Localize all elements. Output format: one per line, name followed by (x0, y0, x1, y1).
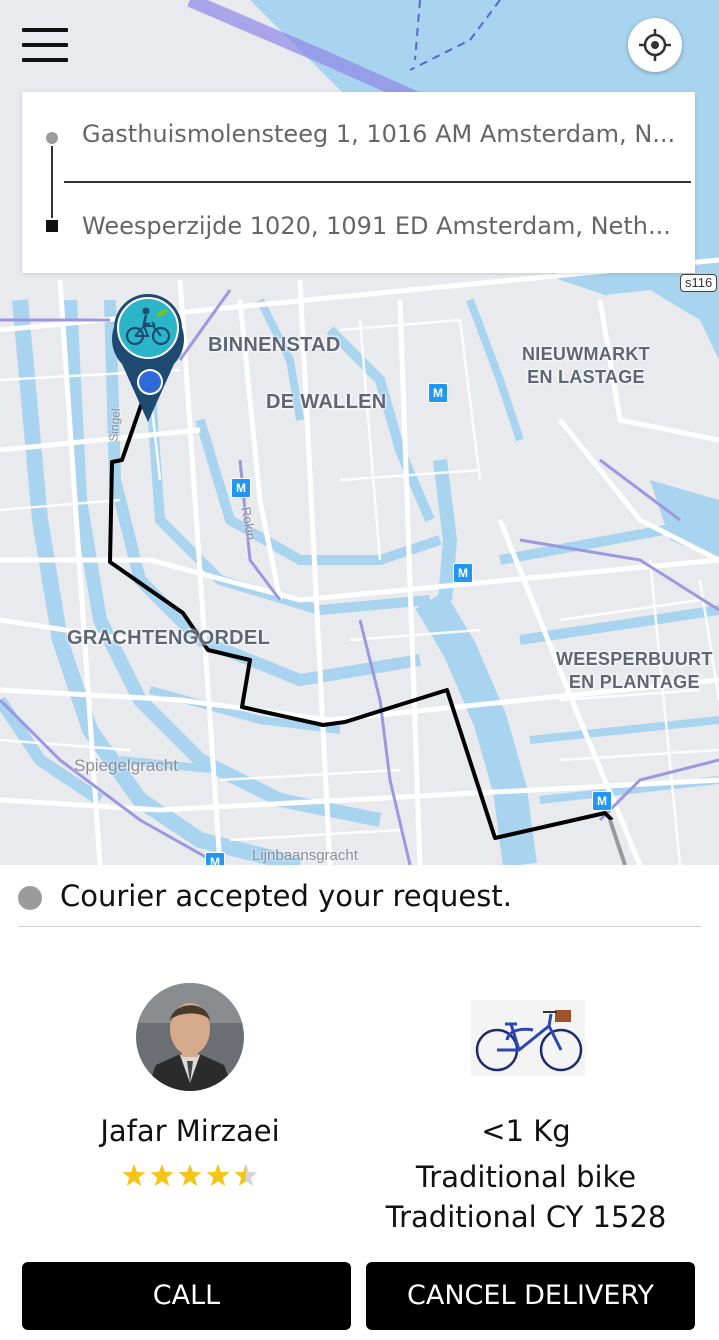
metro-station-icon: M (205, 852, 225, 865)
map-label-weesperbuurt: WEESPERBUURT EN PLANTAGE (556, 648, 713, 694)
address-card: Gasthuismolensteeg 1, 1016 AM Amsterdam,… (22, 92, 695, 273)
bicycle-icon (471, 1000, 585, 1076)
map-label-nieuwmarkt-line2: EN LASTAGE (527, 367, 645, 387)
vehicle-type: Traditional bike (415, 1160, 637, 1194)
road-shield-s116: s116 (680, 274, 718, 292)
package-weight: <1 Kg (481, 1114, 571, 1148)
metro-station-icon: M (592, 791, 612, 811)
courier-photo (136, 983, 244, 1091)
address-divider (64, 181, 691, 183)
metro-station-icon: M (231, 478, 251, 498)
status-divider (18, 926, 701, 927)
map-label-de-wallen: DE WALLEN (266, 391, 387, 413)
status-row: Courier accepted your request. (0, 865, 719, 927)
map-label-weesperbuurt-line2: EN PLANTAGE (568, 672, 700, 692)
dropoff-address-field[interactable]: Weesperzijde 1020, 1091 ED Amsterdam, Ne… (82, 212, 682, 240)
map-label-binnenstad: BINNENSTAD (208, 334, 341, 356)
status-text: Courier accepted your request. (60, 879, 512, 913)
courier-name: Jafar Mirzaei (100, 1114, 280, 1148)
metro-station-icon: M (428, 383, 448, 403)
map-label-nieuwmarkt: NIEUWMARKT EN LASTAGE (522, 343, 650, 389)
courier-rating-stars (120, 1160, 260, 1190)
hamburger-menu-icon (22, 26, 68, 66)
route-connector-line (51, 146, 53, 218)
metro-station-icon: M (453, 563, 473, 583)
cancel-delivery-button[interactable]: CANCEL DELIVERY (366, 1262, 695, 1330)
pickup-dot-icon (46, 132, 58, 144)
call-button[interactable]: CALL (22, 1262, 351, 1330)
dropoff-square-icon (46, 220, 58, 232)
my-location-button[interactable] (628, 18, 682, 72)
my-location-icon (639, 29, 671, 61)
star-rating-icon (122, 1164, 258, 1186)
street-label-spiegelgracht: Spiegelgracht (74, 756, 178, 775)
vehicle-plate: Traditional CY 1528 (385, 1200, 667, 1234)
status-indicator-icon (18, 886, 42, 910)
pickup-address-field[interactable]: Gasthuismolensteeg 1, 1016 AM Amsterdam,… (82, 120, 682, 148)
map-label-weesperbuurt-line1: WEESPERBUURT (556, 649, 713, 669)
map-label-grachtengordel: GRACHTENGORDEL (67, 627, 271, 649)
courier-location-pin[interactable] (108, 292, 188, 424)
courier-avatar (136, 983, 244, 1091)
map-label-nieuwmarkt-line1: NIEUWMARKT (522, 344, 650, 364)
menu-button[interactable] (22, 26, 68, 66)
street-label-lijnbaansgracht: Lijnbaansgracht (252, 847, 358, 864)
bike-image (471, 1000, 585, 1076)
bicycle-courier-icon (112, 294, 184, 422)
